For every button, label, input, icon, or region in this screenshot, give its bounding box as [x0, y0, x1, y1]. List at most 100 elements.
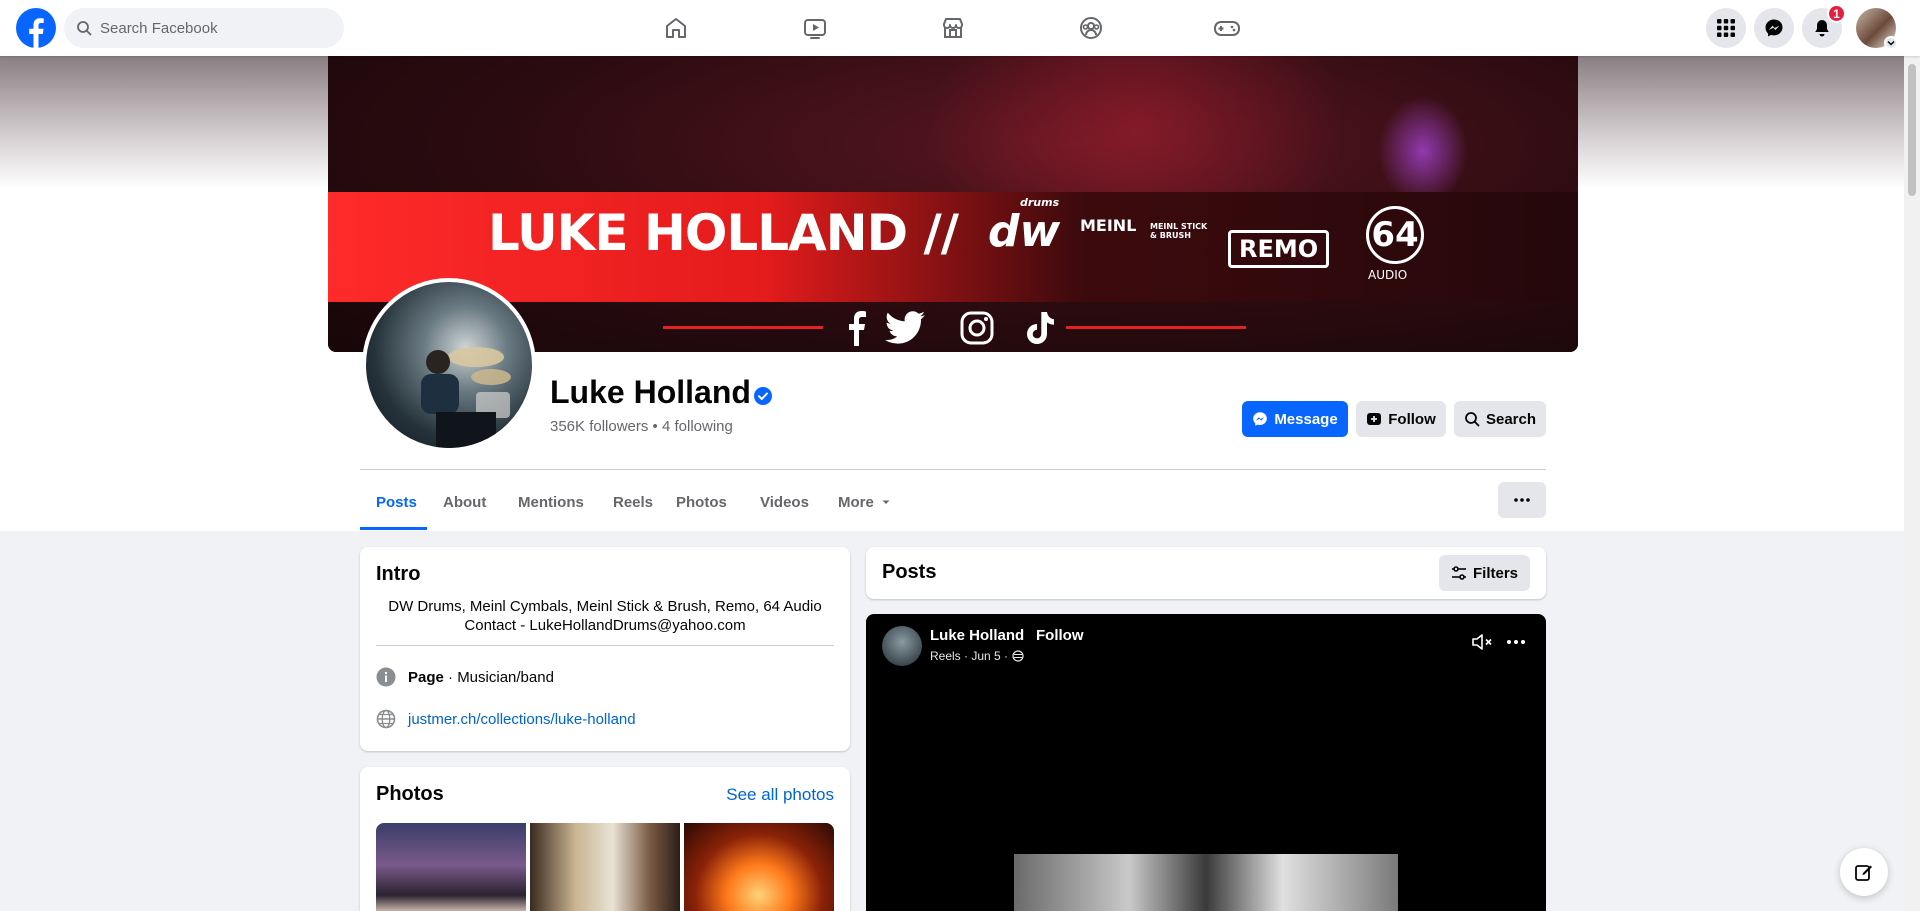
compose-icon [1855, 865, 1872, 881]
tiktok-social-icon [1021, 308, 1061, 348]
grid-menu-icon [1717, 19, 1735, 37]
photos-title: Photos [376, 783, 444, 805]
scrollbar-thumb[interactable] [1908, 64, 1916, 196]
messenger-icon [1253, 412, 1268, 426]
info-icon [376, 667, 396, 687]
intro-bio-line: Contact - LukeHollandDrums@yahoo.com [464, 617, 746, 634]
gaming-icon[interactable] [1213, 14, 1241, 42]
mute-button[interactable] [1470, 630, 1494, 654]
chevron-down-icon [1884, 36, 1898, 50]
profile-search-button[interactable]: Search [1454, 401, 1546, 437]
instagram-social-icon [957, 308, 997, 348]
intro-page-category: Page · Musician/band [376, 667, 554, 687]
post-follow-link[interactable]: Follow [1036, 627, 1084, 644]
globe-icon [376, 709, 396, 729]
tab-posts[interactable]: Posts [360, 474, 433, 530]
page-scrollbar[interactable] [1904, 56, 1920, 911]
post-meta-text: Reels · Jun 5 · [930, 649, 1009, 663]
marketplace-icon[interactable] [939, 14, 967, 42]
page-label: Page [408, 668, 444, 686]
dw-logo: dw [988, 206, 1061, 257]
profile-picture-art [421, 347, 511, 448]
see-all-photos-link[interactable]: See all photos [726, 785, 834, 805]
tab-videos[interactable]: Videos [744, 474, 825, 530]
post-options-button[interactable] [1504, 630, 1528, 654]
tab-label: Videos [760, 493, 809, 511]
reel-post[interactable]: Luke Holland Follow Reels · Jun 5 · [866, 614, 1546, 911]
tab-label: More [838, 493, 874, 511]
website-link[interactable]: justmer.ch/collections/luke-holland [408, 711, 636, 728]
follow-button[interactable]: Follow [1356, 401, 1446, 437]
dw-drums-logo: drums [1020, 196, 1060, 209]
posts-title: Posts [882, 561, 937, 583]
profile-follower-stats[interactable]: 356K followers • 4 following [550, 418, 733, 435]
ellipsis-icon [1514, 498, 1530, 502]
cover-purple-light [1378, 96, 1468, 206]
search-box[interactable] [64, 8, 344, 48]
top-navigation-bar: 1 [0, 0, 1920, 56]
more-options-button[interactable] [1498, 482, 1546, 518]
filters-icon [1451, 566, 1466, 580]
tab-mentions[interactable]: Mentions [502, 474, 600, 530]
header-divider [360, 469, 1546, 470]
tab-label: Posts [376, 493, 417, 511]
volume-muted-icon [1472, 634, 1492, 650]
tab-label: Mentions [518, 493, 584, 511]
notifications-button[interactable]: 1 [1802, 4, 1846, 48]
messenger-button[interactable] [1754, 8, 1794, 48]
cover-divider-left [663, 326, 823, 329]
tab-more[interactable]: More [822, 474, 908, 530]
post-author-name[interactable]: Luke Holland [930, 627, 1024, 644]
64-audio-logo: 64 [1366, 206, 1424, 264]
tab-label: About [443, 493, 487, 511]
cover-divider-right [1066, 326, 1246, 329]
photo-thumbnail[interactable] [376, 823, 526, 911]
photo-thumbnail[interactable] [530, 823, 680, 911]
remo-logo: REMO [1228, 230, 1330, 268]
tab-about[interactable]: About [427, 474, 502, 530]
follow-button-label: Follow [1388, 410, 1436, 428]
intro-bio: DW Drums, Meinl Cymbals, Meinl Stick & B… [376, 597, 834, 635]
facebook-social-icon [836, 308, 876, 348]
intro-divider [376, 645, 834, 646]
tab-photos[interactable]: Photos [660, 474, 743, 530]
filters-button[interactable]: Filters [1438, 555, 1530, 591]
intro-website: justmer.ch/collections/luke-holland [376, 709, 636, 729]
tab-label: Photos [676, 493, 727, 511]
intro-card: Intro DW Drums, Meinl Cymbals, Meinl Sti… [360, 547, 850, 751]
profile-search-button-label: Search [1485, 410, 1537, 428]
groups-icon[interactable] [1077, 14, 1105, 42]
twitter-social-icon [885, 308, 925, 348]
profile-name: Luke Holland [550, 374, 751, 410]
notification-count-badge: 1 [1827, 4, 1846, 23]
search-icon [1465, 412, 1480, 427]
photo-thumbnail[interactable] [684, 823, 834, 911]
active-tab-underline [360, 527, 427, 530]
64-audio-text: AUDIO [1368, 268, 1408, 282]
bell-icon [1815, 20, 1829, 37]
tab-label: Reels [613, 493, 654, 511]
follow-icon [1367, 413, 1382, 425]
meinl-stick-brush-logo: MEINL STICK & BRUSH [1150, 222, 1208, 240]
posts-header-card: Posts Filters [866, 547, 1546, 599]
message-button[interactable]: Message [1242, 401, 1348, 437]
post-author-avatar[interactable] [882, 626, 922, 666]
meinl-logo: MEINL [1080, 216, 1137, 235]
account-avatar[interactable] [1856, 8, 1898, 50]
facebook-logo-icon[interactable] [16, 8, 56, 48]
verified-badge-icon [754, 387, 772, 405]
home-icon[interactable] [662, 14, 690, 42]
photos-card: Photos See all photos [360, 767, 850, 911]
profile-picture[interactable] [362, 278, 536, 452]
search-input[interactable] [100, 19, 320, 37]
message-button-label: Message [1274, 410, 1338, 428]
globe-icon [1012, 650, 1024, 662]
new-message-button[interactable] [1840, 848, 1888, 896]
tab-reels[interactable]: Reels [597, 474, 669, 530]
filters-button-label: Filters [1472, 564, 1518, 582]
intro-title: Intro [376, 563, 421, 585]
video-icon[interactable] [801, 14, 829, 42]
page-category: · Musician/band [443, 668, 554, 686]
menu-grid-button[interactable] [1706, 8, 1746, 48]
cover-photo[interactable]: LUKE HOLLAND // dw drums MEINL MEINL STI… [328, 56, 1578, 352]
